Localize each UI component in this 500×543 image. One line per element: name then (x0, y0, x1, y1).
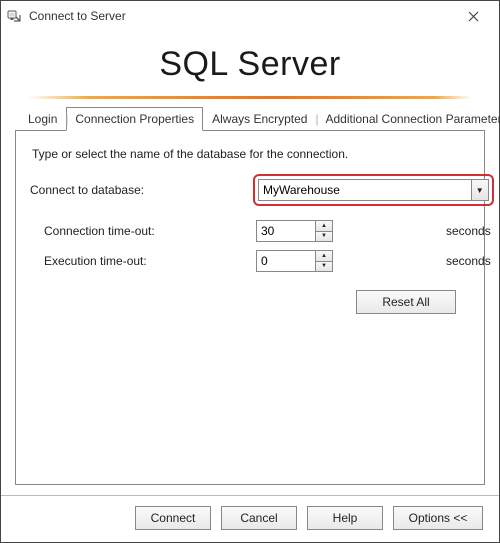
connection-timeout-down-button[interactable]: ▼ (316, 231, 332, 242)
sql-server-logo-text: SQL Server (15, 31, 485, 96)
server-connect-icon (7, 8, 23, 24)
triangle-down-icon: ▼ (321, 233, 327, 239)
dialog-footer: Connect Cancel Help Options << (1, 495, 499, 542)
connect-button[interactable]: Connect (135, 506, 211, 530)
titlebar: Connect to Server (1, 1, 499, 31)
tab-login[interactable]: Login (19, 107, 66, 131)
connection-timeout-up-button[interactable]: ▲ (316, 221, 332, 231)
execution-timeout-unit: seconds (436, 254, 491, 268)
instruction-text: Type or select the name of the database … (32, 147, 470, 161)
brand-accent-bar (19, 96, 481, 99)
connection-timeout-unit: seconds (436, 224, 491, 238)
options-button[interactable]: Options << (393, 506, 483, 530)
execution-timeout-spinner[interactable]: ▲ ▼ (256, 250, 336, 272)
close-icon (468, 11, 479, 22)
cancel-button[interactable]: Cancel (221, 506, 297, 530)
tab-additional-connection-parameters[interactable]: Additional Connection Parameters (316, 107, 500, 131)
tab-always-encrypted[interactable]: Always Encrypted (203, 107, 316, 131)
execution-timeout-down-button[interactable]: ▼ (316, 261, 332, 272)
help-button[interactable]: Help (307, 506, 383, 530)
connection-timeout-spinner[interactable]: ▲ ▼ (256, 220, 336, 242)
connection-properties-panel: Type or select the name of the database … (15, 130, 485, 485)
triangle-up-icon: ▲ (321, 223, 327, 229)
connect-to-database-highlight: ▼ (253, 174, 494, 206)
execution-timeout-input[interactable] (256, 250, 316, 272)
tab-connection-properties[interactable]: Connection Properties (66, 107, 203, 131)
execution-timeout-label: Execution time-out: (30, 254, 256, 268)
close-button[interactable] (453, 2, 493, 30)
connect-to-database-label: Connect to database: (30, 183, 256, 197)
tabstrip: Login Connection Properties Always Encry… (15, 107, 485, 131)
connection-timeout-label: Connection time-out: (30, 224, 256, 238)
triangle-up-icon: ▲ (321, 253, 327, 259)
connect-to-database-combo[interactable]: ▼ (258, 179, 489, 201)
connect-to-database-input[interactable] (258, 179, 471, 201)
reset-all-button[interactable]: Reset All (356, 290, 456, 314)
connection-timeout-input[interactable] (256, 220, 316, 242)
connect-to-database-dropdown-button[interactable]: ▼ (471, 179, 489, 201)
execution-timeout-up-button[interactable]: ▲ (316, 251, 332, 261)
triangle-down-icon: ▼ (321, 263, 327, 269)
chevron-down-icon: ▼ (476, 186, 484, 195)
window-title: Connect to Server (29, 9, 126, 23)
